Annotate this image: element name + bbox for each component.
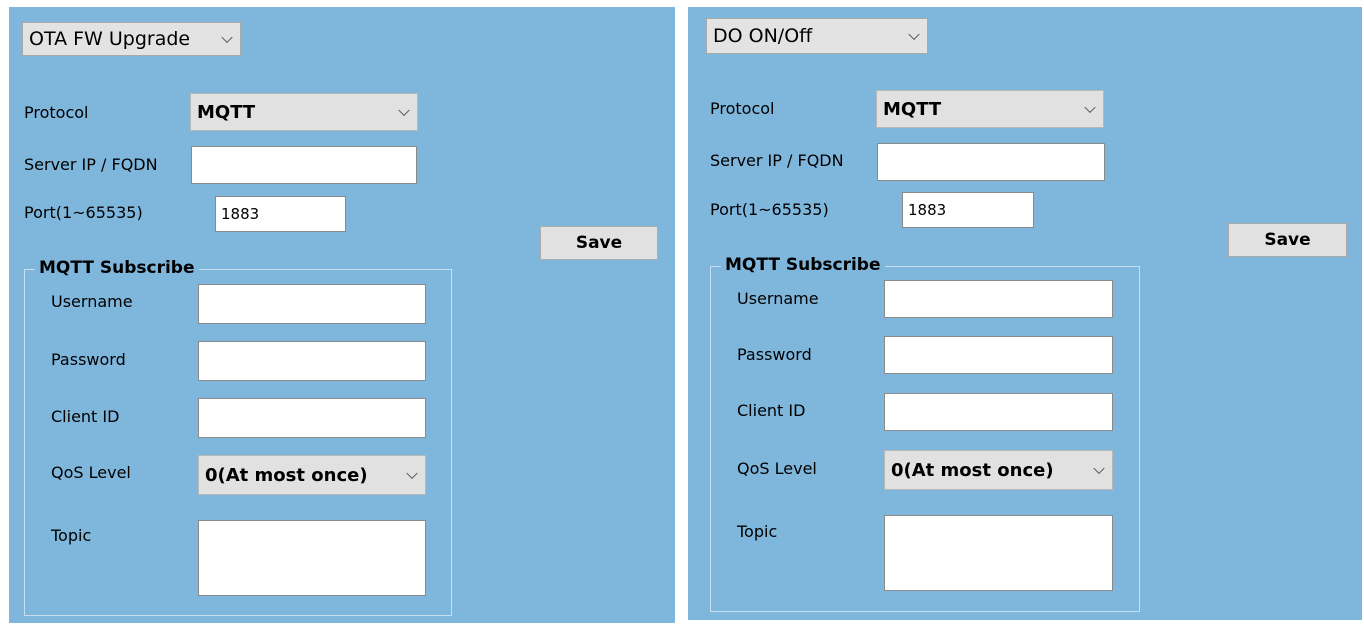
chevron-down-icon: [398, 104, 410, 117]
username-input[interactable]: [198, 284, 426, 324]
port-input[interactable]: 1883: [902, 192, 1034, 228]
client-id-label: Client ID: [51, 407, 120, 426]
password-input[interactable]: [884, 336, 1113, 374]
chevron-down-icon: [1084, 101, 1096, 114]
mqtt-subscribe-group: MQTT Subscribe Username Password Client …: [710, 255, 1140, 612]
qos-select[interactable]: 0(At most once): [884, 450, 1113, 490]
save-button[interactable]: Save: [1228, 223, 1347, 257]
topic-label: Topic: [51, 526, 92, 545]
chevron-down-icon: [221, 31, 233, 44]
protocol-select[interactable]: MQTT: [190, 93, 418, 131]
chevron-down-icon: [406, 467, 418, 480]
client-id-input[interactable]: [884, 393, 1113, 431]
chevron-down-icon: [1093, 462, 1105, 475]
mode-select[interactable]: OTA FW Upgrade: [22, 22, 241, 56]
username-label: Username: [737, 289, 819, 308]
protocol-select[interactable]: MQTT: [876, 90, 1104, 128]
mode-select[interactable]: DO ON/Off: [706, 18, 928, 54]
username-label: Username: [51, 292, 133, 311]
protocol-select-value: MQTT: [883, 98, 942, 120]
server-label: Server IP / FQDN: [710, 151, 844, 170]
mqtt-subscribe-group: MQTT Subscribe Username Password Client …: [24, 258, 452, 616]
password-input[interactable]: [198, 341, 426, 381]
chevron-down-icon: [908, 28, 920, 41]
topic-label: Topic: [737, 522, 778, 541]
password-label: Password: [737, 345, 812, 364]
qos-select-value: 0(At most once): [205, 464, 368, 486]
server-input[interactable]: [877, 143, 1105, 181]
port-input[interactable]: 1883: [215, 196, 346, 232]
right-settings-panel: DO ON/Off Protocol MQTT Server IP / FQDN…: [688, 7, 1362, 620]
qos-label: QoS Level: [737, 459, 817, 478]
password-label: Password: [51, 350, 126, 369]
qos-label: QoS Level: [51, 463, 131, 482]
topic-textarea[interactable]: [198, 520, 426, 596]
client-id-label: Client ID: [737, 401, 806, 420]
topic-textarea[interactable]: [884, 515, 1113, 591]
qos-select[interactable]: 0(At most once): [198, 455, 426, 495]
save-button[interactable]: Save: [540, 226, 658, 260]
client-id-input[interactable]: [198, 398, 426, 438]
group-title: MQTT Subscribe: [721, 255, 885, 275]
qos-select-value: 0(At most once): [891, 459, 1054, 481]
protocol-select-value: MQTT: [197, 101, 256, 123]
port-label: Port(1~65535): [24, 203, 143, 222]
group-title: MQTT Subscribe: [35, 258, 199, 278]
port-label: Port(1~65535): [710, 200, 829, 219]
username-input[interactable]: [884, 280, 1113, 318]
protocol-label: Protocol: [24, 103, 89, 122]
left-settings-panel: OTA FW Upgrade Protocol MQTT Server IP /…: [9, 7, 675, 623]
mode-select-value: DO ON/Off: [713, 25, 813, 47]
protocol-label: Protocol: [710, 99, 775, 118]
server-input[interactable]: [191, 146, 417, 184]
mode-select-value: OTA FW Upgrade: [29, 28, 191, 50]
server-label: Server IP / FQDN: [24, 155, 158, 174]
